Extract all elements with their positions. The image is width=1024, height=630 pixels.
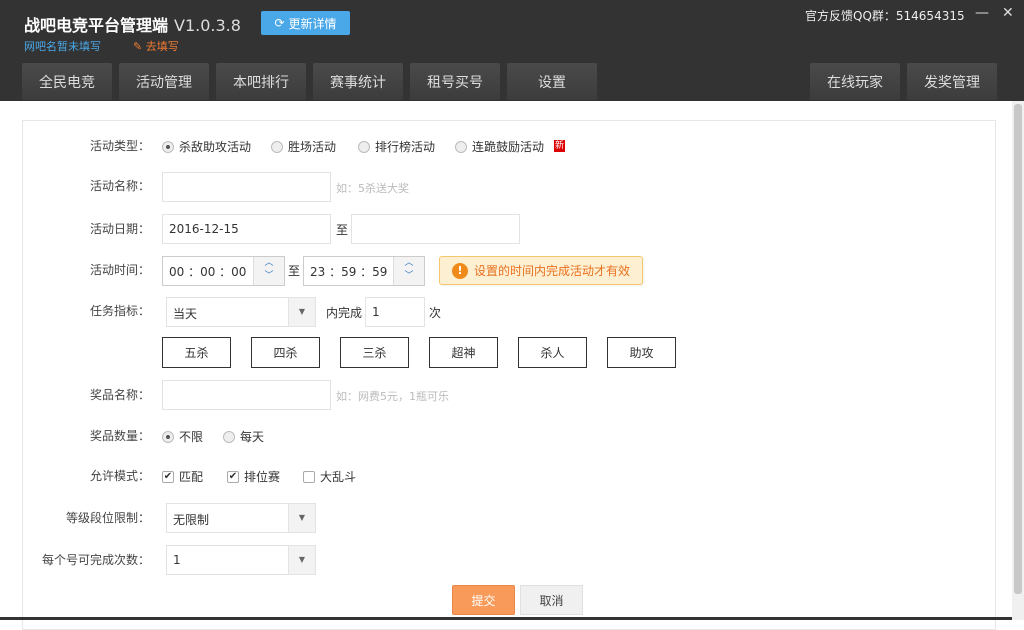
minimize-button[interactable]: — <box>975 5 989 21</box>
tab-all-esports[interactable]: 全民电竞 <box>22 63 112 100</box>
type-wins[interactable]: 胜场活动 <box>271 138 336 155</box>
warning-icon: ! <box>452 262 468 279</box>
bar-name: 网吧名暂未填写 <box>24 40 101 53</box>
cancel-button[interactable]: 取消 <box>520 585 583 615</box>
pencil-icon: ✎ <box>133 40 143 53</box>
legendary-button[interactable]: 超神 <box>429 337 498 368</box>
qty-unlimited[interactable]: 不限 <box>162 428 203 445</box>
mode-label: 允许模式： <box>89 469 150 483</box>
task-label: 任务指标： <box>89 304 150 318</box>
chevron-down-icon: ▼ <box>288 504 315 532</box>
fill-in-link[interactable]: ✎ 去填写 <box>133 38 179 54</box>
name-label: 活动名称： <box>89 179 150 193</box>
chevron-down-icon: ▼ <box>288 546 315 574</box>
time-start-input[interactable]: 00 ：00 ：00 ︿ ﹀ <box>162 256 285 286</box>
triple-kill-button[interactable]: 三杀 <box>340 337 409 368</box>
rank-limit-select[interactable]: 无限制 ▼ <box>166 503 316 533</box>
tab-prize-management[interactable]: 发奖管理 <box>907 63 997 100</box>
date-to: 至 <box>336 223 349 237</box>
qq-group: 官方反馈QQ群：514654315 <box>805 9 965 23</box>
within-label: 内完成 <box>326 306 363 320</box>
activity-name-input[interactable] <box>162 172 331 202</box>
type-losing-streak[interactable]: 连跪鼓励活动 <box>455 138 544 155</box>
penta-kill-button[interactable]: 五杀 <box>162 337 231 368</box>
date-start-input[interactable]: 2016-12-15 <box>162 214 331 244</box>
tab-account-trade[interactable]: 租号买号 <box>410 63 500 100</box>
task-period-select[interactable]: 当天 ▼ <box>166 297 316 327</box>
tab-bar-ranking[interactable]: 本吧排行 <box>216 63 306 100</box>
time-end-spinner[interactable]: ︿ ﹀ <box>393 257 424 285</box>
prize-label: 奖品名称： <box>89 388 150 402</box>
new-badge: 新 <box>554 140 566 152</box>
date-end-input[interactable] <box>351 214 520 244</box>
time-label: 活动时间： <box>89 263 150 277</box>
mode-ranked-checkbox[interactable]: ✔ 排位赛 <box>227 468 280 485</box>
update-details-button[interactable]: ⟳ 更新详情 <box>261 11 350 35</box>
chevron-down-icon: ▼ <box>288 298 315 326</box>
qty-daily[interactable]: 每天 <box>223 428 264 445</box>
quadra-kill-button[interactable]: 四杀 <box>251 337 320 368</box>
type-kill-assist[interactable]: 杀敌助攻活动 <box>162 138 251 155</box>
rank-label: 等级段位限制： <box>65 511 150 525</box>
time-end-input[interactable]: 23 ：59 ：59 ︿ ﹀ <box>303 256 425 286</box>
version: V1.0.3.8 <box>174 16 241 35</box>
date-label: 活动日期： <box>89 222 150 236</box>
scrollbar-thumb[interactable] <box>1014 104 1022 594</box>
prize-hint: 如：网费5元，1瓶可乐 <box>336 390 449 403</box>
time-tip: ! 设置的时间内完成活动才有效 <box>439 256 643 285</box>
assists-button[interactable]: 助攻 <box>607 337 676 368</box>
name-hint: 如：5杀送大奖 <box>336 182 409 195</box>
type-label: 活动类型： <box>89 139 150 153</box>
tab-online-players[interactable]: 在线玩家 <box>810 63 900 100</box>
tab-match-stats[interactable]: 赛事统计 <box>313 63 403 100</box>
mode-aram-checkbox[interactable]: 大乱斗 <box>303 468 356 485</box>
time-start-spinner[interactable]: ︿ ﹀ <box>253 257 284 285</box>
kills-button[interactable]: 杀人 <box>518 337 587 368</box>
app-title: 战吧电竞平台管理端 V1.0.3.8 <box>24 16 241 35</box>
per-account-label: 每个号可完成次数： <box>41 553 150 567</box>
prize-name-input[interactable] <box>162 380 331 410</box>
tab-settings[interactable]: 设置 <box>507 63 597 100</box>
mode-match-checkbox[interactable]: ✔ 匹配 <box>162 468 203 485</box>
times-label: 次 <box>429 306 442 320</box>
submit-button[interactable]: 提交 <box>452 585 515 615</box>
qty-label: 奖品数量： <box>89 429 150 443</box>
tab-activity-management[interactable]: 活动管理 <box>119 63 209 100</box>
refresh-icon: ⟳ <box>274 16 285 30</box>
count-input[interactable]: 1 <box>365 297 425 327</box>
type-leaderboard[interactable]: 排行榜活动 <box>358 138 435 155</box>
per-account-select[interactable]: 1 ▼ <box>166 545 316 575</box>
close-button[interactable]: ✕ <box>1002 5 1014 21</box>
time-to: 至 <box>288 264 301 278</box>
